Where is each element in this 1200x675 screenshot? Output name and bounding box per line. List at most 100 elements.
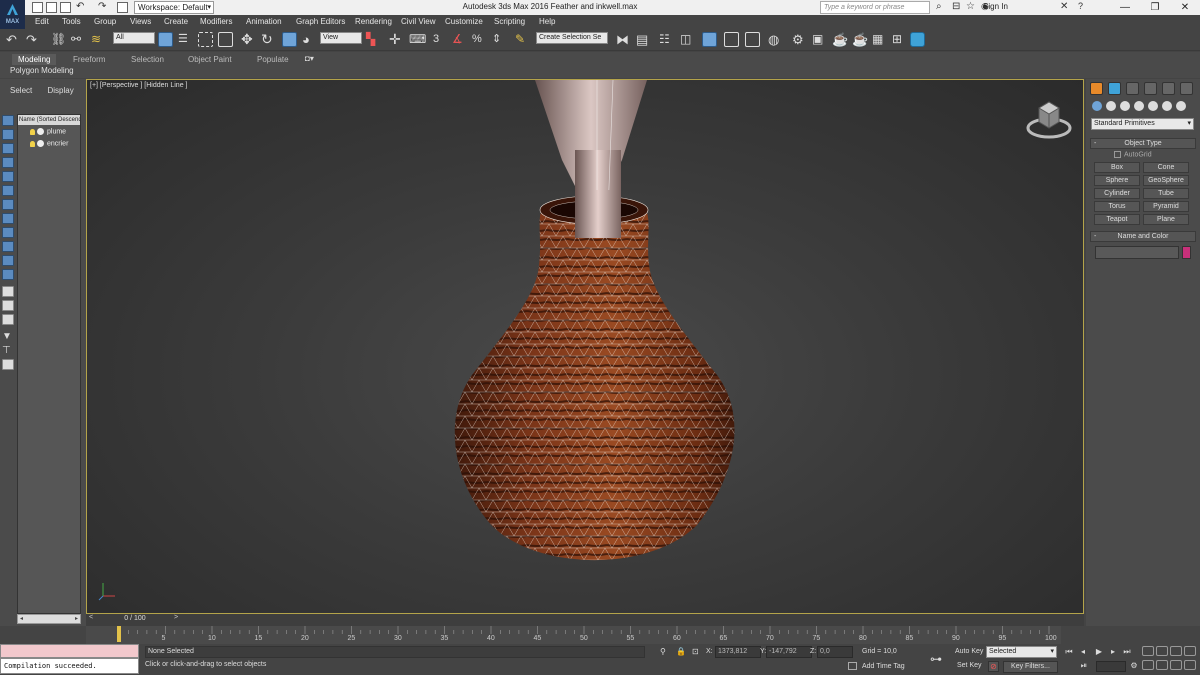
undo-icon[interactable]: ↶ <box>6 32 21 47</box>
hierarchy-icon[interactable]: ⊤ <box>2 345 14 356</box>
select-scale-icon[interactable] <box>282 32 297 47</box>
zoom-extents-icon[interactable] <box>1170 646 1182 656</box>
keyboard-shortcut-icon[interactable]: ⌨ <box>409 32 426 47</box>
workspace-dropdown[interactable]: Workspace: Default ▾ <box>134 1 214 14</box>
angle-snap-icon[interactable]: ∡ <box>452 32 467 47</box>
menu-display[interactable]: Display <box>47 86 73 95</box>
search-input[interactable]: Type a keyword or phrase <box>820 1 930 14</box>
display-bones-icon[interactable] <box>2 241 14 252</box>
tab-modeling[interactable]: Modeling <box>12 54 57 65</box>
next-frame-icon[interactable]: ▸ <box>1108 647 1118 656</box>
ribbon-panel-label[interactable]: Polygon Modeling <box>10 66 74 75</box>
curve-editor-icon[interactable] <box>724 32 739 47</box>
list-item[interactable]: encrier <box>30 140 68 147</box>
undo-icon[interactable]: ↶ <box>76 1 84 12</box>
light-bulb-icon[interactable] <box>30 128 35 135</box>
material-editor-icon[interactable]: ◍ <box>768 32 783 47</box>
display-none-icon[interactable] <box>2 115 14 126</box>
new-file-icon[interactable] <box>32 2 43 13</box>
set-keys-icon[interactable]: ⊘ <box>988 661 999 672</box>
object-type-rollout[interactable]: - Object Type <box>1090 138 1196 149</box>
filter-icon[interactable]: ▼ <box>2 331 14 342</box>
percent-snap-icon[interactable]: % <box>472 32 487 47</box>
edit-named-selection-icon[interactable]: ✎ <box>515 32 530 47</box>
display-helpers-icon[interactable] <box>2 185 14 196</box>
render-production-icon[interactable]: ☕ <box>832 32 848 47</box>
menu-customize[interactable]: Customize <box>445 17 483 26</box>
systems-icon[interactable] <box>1176 101 1186 111</box>
zoom-icon[interactable] <box>1142 646 1154 656</box>
maxscript-listener-output[interactable]: Compilation succeeded. <box>0 658 139 674</box>
display-groups-icon[interactable] <box>2 213 14 224</box>
menu-graph-editors[interactable]: Graph Editors <box>296 17 345 26</box>
unlink-icon[interactable]: ⚯ <box>71 32 86 47</box>
tube-button[interactable]: Tube <box>1143 188 1189 199</box>
mirror-icon[interactable]: ⧓ <box>616 32 631 47</box>
display-geometry-icon[interactable] <box>2 129 14 140</box>
current-frame-field[interactable] <box>1096 661 1126 672</box>
display-lights-icon[interactable] <box>2 157 14 168</box>
exchange-icon[interactable]: ✕ <box>1060 1 1068 12</box>
toggle-scene-explorer-icon[interactable]: ☷ <box>659 32 674 47</box>
sign-in-link[interactable]: Sign In <box>983 2 1008 11</box>
utilities-tab-icon[interactable] <box>1180 82 1193 95</box>
layer-explorer-icon[interactable]: ◫ <box>680 32 695 47</box>
menu-modifiers[interactable]: Modifiers <box>200 17 232 26</box>
cone-button[interactable]: Cone <box>1143 162 1189 173</box>
autogrid-checkbox[interactable]: AutoGrid <box>1114 151 1152 158</box>
create-tab-icon[interactable] <box>1090 82 1103 95</box>
shapes-icon[interactable] <box>1106 101 1116 111</box>
time-configuration-icon[interactable]: ⚙ <box>1129 661 1139 670</box>
render-setup-icon[interactable]: ⚙ <box>792 32 807 47</box>
app-logo-icon[interactable]: MAX <box>0 0 25 29</box>
select-move-icon[interactable]: ✥ <box>241 32 256 47</box>
torus-button[interactable]: Torus <box>1094 201 1140 212</box>
menu-tools[interactable]: Tools <box>62 17 81 26</box>
redo-icon[interactable]: ↷ <box>26 32 41 47</box>
motion-tab-icon[interactable] <box>1144 82 1157 95</box>
x-coord-field[interactable]: 1373,812 <box>715 646 761 658</box>
scroll-right-icon[interactable]: ▸ <box>75 615 78 622</box>
subscription-icon[interactable]: ⊟ <box>952 1 960 12</box>
menu-select[interactable]: Select <box>10 86 32 95</box>
display-invert-icon[interactable] <box>2 300 14 311</box>
key-icon[interactable]: ⊶ <box>930 652 942 666</box>
zoom-extents-all-icon[interactable] <box>1184 646 1196 656</box>
go-to-end-icon[interactable]: ⏭ <box>1122 647 1132 656</box>
rendered-frame-window-icon[interactable]: ▣ <box>812 32 827 47</box>
close-icon[interactable]: ✕ <box>1170 0 1200 15</box>
display-xrefs-icon[interactable] <box>2 227 14 238</box>
set-key-button[interactable]: Set Key <box>957 662 982 669</box>
tab-selection[interactable]: Selection <box>125 54 170 65</box>
key-mode-toggle-icon[interactable]: ⏯ <box>1079 661 1089 670</box>
binoculars-icon[interactable]: ⌕ <box>936 1 942 12</box>
zoom-all-icon[interactable] <box>1156 646 1168 656</box>
light-bulb-icon[interactable] <box>30 140 35 147</box>
geosphere-button[interactable]: GeoSphere <box>1143 175 1189 186</box>
time-slider-thumb[interactable]: 0 / 100 <box>86 615 184 622</box>
viewport-label-menu[interactable]: [+] [Perspective ] [Hidden Line ] <box>90 82 187 89</box>
absolute-mode-icon[interactable]: ⊡ <box>692 647 699 656</box>
rectangular-selection-icon[interactable] <box>198 32 213 47</box>
geometry-icon[interactable] <box>1092 101 1102 111</box>
time-slider[interactable]: < 0 / 100 > <box>86 614 1084 626</box>
previous-frame-icon[interactable]: ◂ <box>1078 647 1088 656</box>
time-tag-icon[interactable] <box>848 662 857 670</box>
display-all-icon[interactable] <box>2 286 14 297</box>
display-tab-icon[interactable] <box>1162 82 1175 95</box>
maximize-viewport-icon[interactable] <box>1184 660 1196 670</box>
reference-coordinate-dropdown[interactable]: View <box>320 32 362 44</box>
menu-animation[interactable]: Animation <box>246 17 282 26</box>
add-time-tag-button[interactable]: Add Time Tag <box>862 663 905 670</box>
display-frozen-icon[interactable] <box>2 269 14 280</box>
tab-populate[interactable]: Populate <box>251 54 295 65</box>
display-none-filter-icon[interactable] <box>2 314 14 325</box>
a360-icon[interactable] <box>910 32 925 47</box>
sync-selection-icon[interactable] <box>2 359 14 370</box>
orbit-icon[interactable] <box>1170 660 1182 670</box>
spinner-snap-icon[interactable]: ⇕ <box>492 32 507 47</box>
go-to-start-icon[interactable]: ⏮ <box>1064 647 1074 656</box>
current-frame-marker[interactable] <box>117 626 121 642</box>
menu-group[interactable]: Group <box>94 17 116 26</box>
box-button[interactable]: Box <box>1094 162 1140 173</box>
